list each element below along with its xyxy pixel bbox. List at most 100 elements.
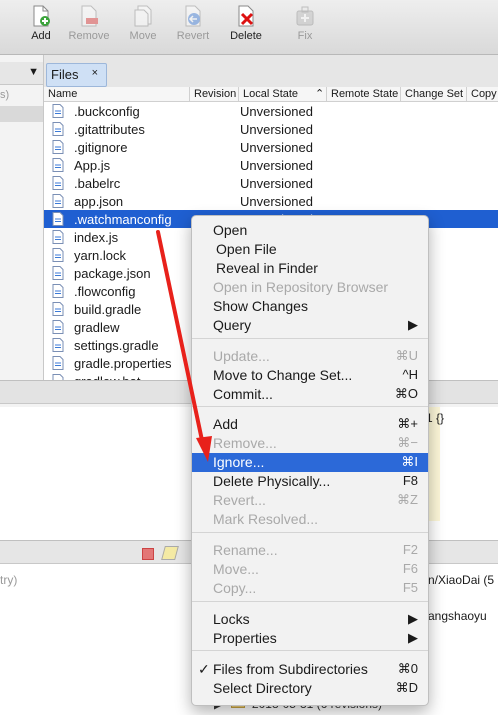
menu-item-reveal-in-finder[interactable]: Reveal in Finder [192, 259, 428, 278]
menu-item-add[interactable]: Add ⌘+ [192, 415, 428, 434]
menu-item-shortcut: ⌘U [395, 348, 418, 363]
move-file-icon [134, 5, 152, 27]
col-remote-state[interactable]: Remote State [326, 87, 398, 101]
context-menu: Open Open File Reveal in Finder Open in Rep… [191, 215, 429, 706]
table-row[interactable]: .buckconfig Unversioned [44, 102, 498, 120]
menu-item-open[interactable]: Open [192, 221, 428, 240]
menu-item-shortcut: F5 [402, 580, 418, 595]
table-row[interactable]: .babelrc Unversioned [44, 174, 498, 192]
file-name: .flowconfig [74, 284, 136, 299]
file-name: App.js [74, 158, 111, 173]
menu-item-query[interactable]: Query ▶ [192, 316, 428, 335]
file-icon [52, 176, 64, 190]
stop-icon[interactable] [142, 548, 154, 560]
menu-item-select-directory[interactable]: Select Directory ⌘D [192, 679, 428, 698]
bottom-right-text-1: n/XiaoDai (5 [428, 573, 495, 587]
menu-item-shortcut: ⌘D [395, 680, 418, 695]
menu-item-label: Move to Change Set... [213, 367, 353, 383]
menu-item-label: Files from Subdirectories [213, 661, 368, 677]
menu-separator [192, 532, 428, 533]
menu-item-locks[interactable]: Locks ▶ [192, 610, 428, 629]
col-copy[interactable]: Copy [466, 87, 497, 101]
table-row[interactable]: .gitattributes Unversioned [44, 120, 498, 138]
file-icon [52, 140, 64, 154]
file-name: settings.gradle [74, 338, 159, 353]
close-icon[interactable]: × [92, 67, 98, 79]
col-local-state[interactable]: Local State ⌃ [238, 87, 327, 101]
table-row[interactable]: App.js Unversioned [44, 156, 498, 174]
menu-item-shortcut: ⌘O [394, 386, 418, 401]
left-pane-text: s) [0, 89, 10, 101]
file-name: gradle.properties [74, 356, 172, 371]
file-local-state: Unversioned [240, 176, 313, 191]
menu-item-copy: Copy... F5 [192, 579, 428, 598]
fix-icon [296, 6, 314, 26]
submenu-arrow-icon: ▶ [408, 317, 418, 332]
menu-item-label: Add [213, 416, 238, 432]
menu-item-properties[interactable]: Properties ▶ [192, 629, 428, 648]
menu-item-remove: Remove... ⌘− [192, 434, 428, 453]
tab-files[interactable]: Files × [46, 63, 107, 87]
file-local-state: Unversioned [240, 140, 313, 155]
move-button[interactable]: Move [118, 4, 168, 42]
menu-item-label: Ignore... [213, 454, 265, 470]
submenu-arrow-icon: ▶ [408, 630, 418, 645]
delete-button[interactable]: Delete [221, 4, 271, 42]
tab-bar [44, 55, 498, 87]
menu-item-label: Open in Repository Browser [213, 279, 389, 295]
file-name: package.json [74, 266, 151, 281]
remove-button[interactable]: Remove [64, 4, 114, 42]
file-name: .watchmanconfig [74, 212, 172, 227]
fix-button[interactable]: Fix [280, 4, 330, 42]
menu-item-label: Move... [213, 561, 259, 577]
file-icon [52, 158, 64, 172]
remove-label: Remove [68, 30, 110, 42]
menu-item-commit[interactable]: Commit... ⌘O [192, 385, 428, 404]
menu-item-label: Locks [213, 611, 250, 627]
left-pane-selection [0, 106, 43, 122]
bottom-left-text: try) [0, 573, 18, 587]
file-name: build.gradle [74, 302, 142, 317]
menu-item-label: Query [213, 317, 252, 333]
file-name: .gitattributes [74, 122, 145, 137]
menu-item-move-to-change-set[interactable]: Move to Change Set... ^H [192, 366, 428, 385]
menu-item-label: Open File [216, 241, 277, 257]
col-revision[interactable]: Revision [189, 87, 236, 101]
col-change-set[interactable]: Change Set [400, 87, 463, 101]
add-label: Add [31, 30, 51, 42]
menu-item-label: Revert... [213, 492, 266, 508]
file-icon [52, 248, 64, 262]
menu-item-shortcut: ^H [402, 367, 419, 382]
revert-button[interactable]: Revert [168, 4, 218, 42]
move-label: Move [129, 30, 157, 42]
col-name[interactable]: Name [44, 87, 77, 101]
dropdown-triangle-icon[interactable]: ▼ [28, 66, 39, 78]
table-row[interactable]: app.json Unversioned [44, 192, 498, 210]
menu-item-show-changes[interactable]: Show Changes [192, 297, 428, 316]
menu-item-shortcut: F2 [402, 542, 418, 557]
pencil-icon[interactable] [161, 546, 179, 560]
menu-separator [192, 650, 428, 651]
add-file-icon [33, 5, 50, 27]
revert-icon [185, 5, 201, 27]
fix-label: Fix [297, 30, 313, 42]
submenu-arrow-icon: ▶ [408, 611, 418, 626]
menu-item-ignore[interactable]: Ignore... ⌘I [192, 453, 428, 472]
menu-item-files-from-subdirectories[interactable]: ✓ Files from Subdirectories ⌘0 [192, 660, 428, 679]
file-icon [52, 230, 64, 244]
add-button[interactable]: Add [16, 4, 66, 42]
left-pane [0, 55, 44, 380]
file-name: .gitignore [74, 140, 128, 155]
table-row[interactable]: .gitignore Unversioned [44, 138, 498, 156]
file-name: index.js [74, 230, 119, 245]
menu-item-delete-physically[interactable]: Delete Physically... F8 [192, 472, 428, 491]
menu-item-move: Move... F6 [192, 560, 428, 579]
toolbar: Add Remove Move Revert Delete Fix [0, 0, 498, 55]
file-icon [52, 356, 64, 370]
delete-icon [238, 5, 254, 27]
menu-item-open-file[interactable]: Open File [192, 240, 428, 259]
menu-item-label: Rename... [213, 542, 278, 558]
file-local-state: Unversioned [240, 194, 313, 209]
file-icon [52, 338, 64, 352]
table-header: Name Revision Local State ⌃ Remote State … [44, 87, 498, 102]
